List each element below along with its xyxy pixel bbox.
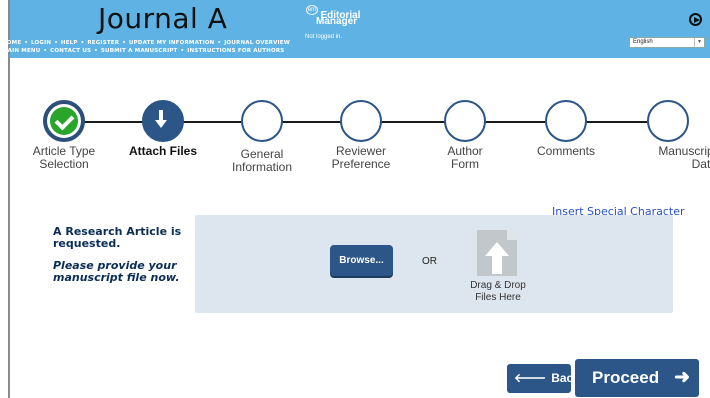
step-comments[interactable]: Comments	[511, 100, 621, 158]
step-manuscript-data[interactable]: ManuscriptData	[613, 100, 710, 171]
step-current-arrow-down-icon[interactable]	[142, 100, 184, 142]
step-reviewer-preference[interactable]: Reviewer Preference	[306, 100, 416, 171]
step-label: General Information	[231, 147, 293, 174]
step-pending-circle-icon[interactable]	[241, 100, 283, 142]
proceed-button[interactable]: Proceed ➜	[575, 359, 699, 397]
step-label: Article Type Selection	[32, 144, 96, 171]
step-label: Attach Files	[128, 144, 197, 158]
submission-stepper: Article Type Selection Attach Files Gener…	[0, 0, 710, 190]
step-attach-files[interactable]: Attach Files	[108, 100, 218, 158]
upload-instructions: A Research Article is requested. Please …	[53, 226, 193, 284]
step-pending-circle-icon[interactable]	[647, 100, 689, 142]
drag-drop-label: Drag & Drop Files Here	[470, 280, 526, 303]
step-pending-circle-icon[interactable]	[340, 100, 382, 142]
step-pending-circle-icon[interactable]	[444, 100, 486, 142]
browse-button[interactable]: Browse...	[330, 245, 393, 276]
document-upload-icon	[477, 230, 517, 276]
step-label: ManuscriptData	[658, 144, 710, 171]
step-label: Author Form	[447, 144, 483, 171]
step-complete-check-icon[interactable]	[43, 100, 85, 142]
step-general-information[interactable]: General Information	[207, 100, 317, 174]
step-author-form[interactable]: Author Form	[410, 100, 520, 171]
arrow-left-icon: 🡐	[514, 371, 547, 385]
prompt-text: Please provide your manuscript file now.	[53, 259, 180, 284]
step-label: Reviewer Preference	[331, 144, 391, 171]
step-label: Comments	[536, 144, 595, 158]
back-button[interactable]: 🡐 Back	[507, 364, 580, 393]
request-line-2: requested.	[53, 237, 121, 250]
arrow-right-icon: ➜	[674, 367, 690, 388]
step-article-type-selection[interactable]: Article Type Selection	[9, 100, 119, 171]
step-pending-circle-icon[interactable]	[545, 100, 587, 142]
or-separator-text: OR	[422, 256, 437, 267]
